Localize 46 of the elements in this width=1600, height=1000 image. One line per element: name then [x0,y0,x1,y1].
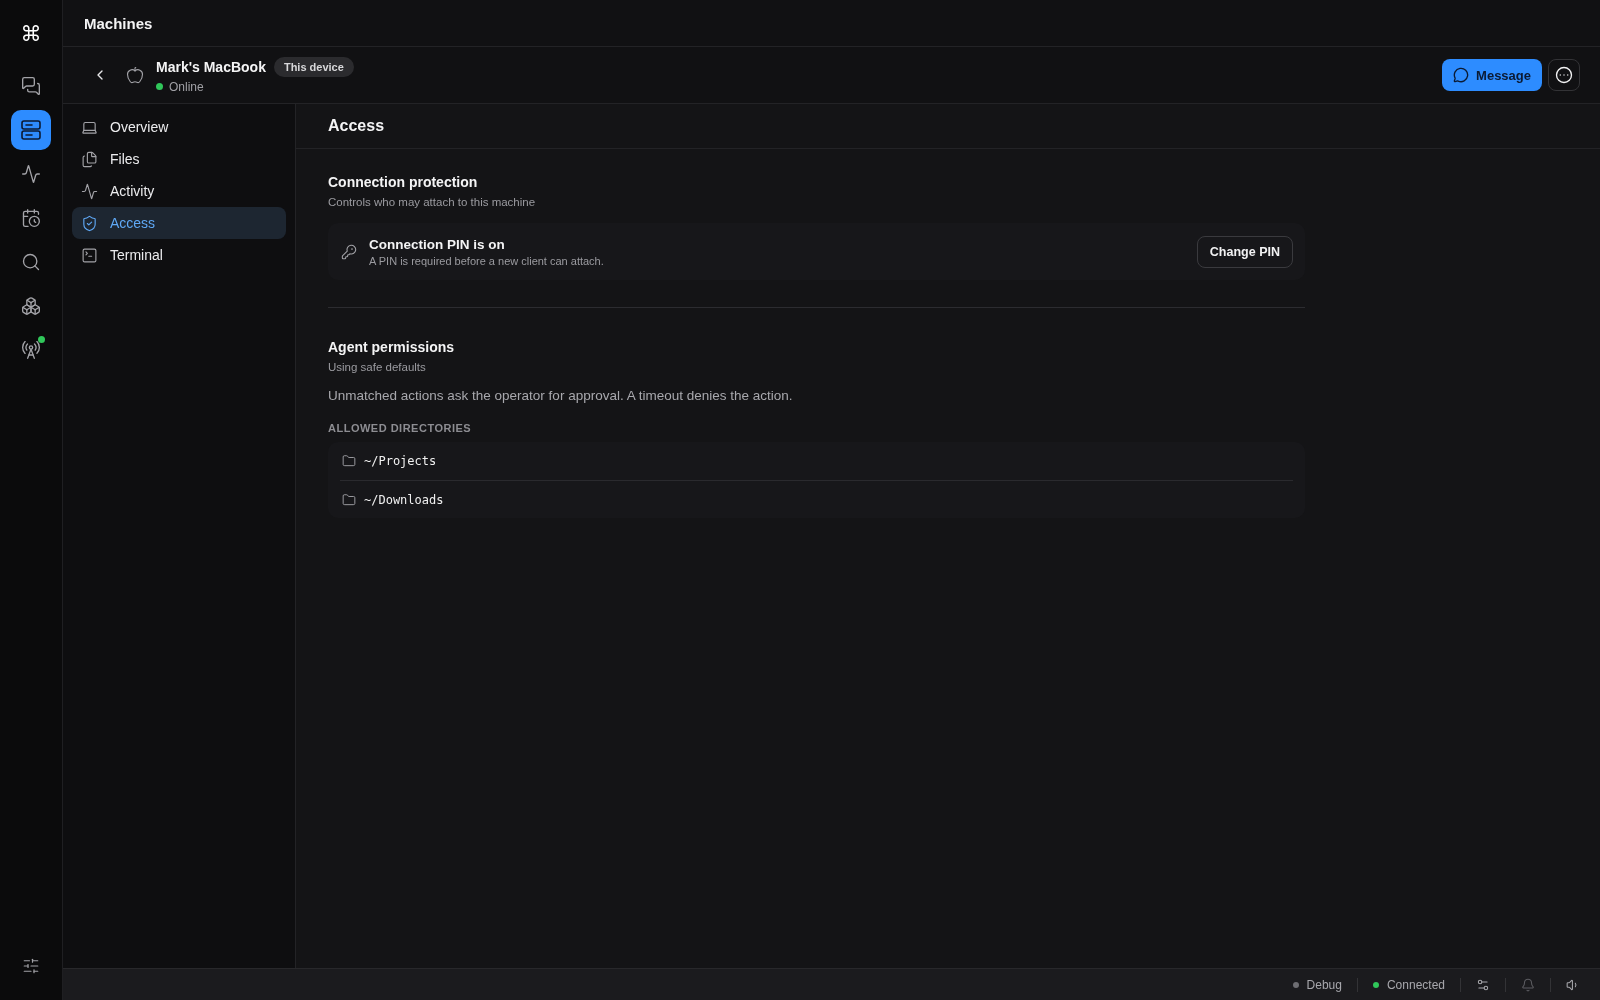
nav-item[interactable]: Terminal [72,239,286,271]
folder-icon [342,492,356,507]
folder-icon [342,454,356,468]
page-title: Machines [84,14,153,32]
more-button[interactable] [1548,59,1580,91]
section-title: Agent permissions [328,338,456,356]
chat-bubble-icon [1453,67,1470,83]
more-icon [1555,66,1573,84]
shield-check-icon [81,214,98,232]
nav-item[interactable]: Activity [72,175,286,207]
sliders-icon[interactable] [22,957,40,975]
section-subtitle: Controls who may attach to this machine [328,196,537,208]
panel-title: Access [328,117,385,135]
device-status: Online [169,79,204,94]
server-icon [21,120,41,140]
message-button[interactable]: Message [1442,59,1542,91]
key-icon [341,243,357,260]
nav-item[interactable]: Overview [72,111,286,143]
nav-item[interactable]: Access [72,207,286,239]
files-icon [81,150,98,168]
apple-icon [126,66,144,84]
status-label: Connected [1386,977,1445,992]
pulse-icon [21,164,41,184]
section-title: Connection protection [328,173,479,191]
device-name: Mark's MacBook [156,58,266,75]
calendar-clock-icon [21,208,41,228]
pin-description: A PIN is required before a new client can attach. [369,254,604,267]
change-pin-button[interactable]: Change PIN [1196,235,1293,268]
search-icon [21,252,41,272]
section-subtitle: Using safe defaults [328,361,427,373]
list-heading: ALLOWED DIRECTORIES [328,422,473,434]
cubes-icon [21,296,41,316]
app-logo: ⌘ [20,21,42,48]
device-badge: This device [273,56,354,77]
status-label: Debug [1306,977,1342,992]
sliders-icon[interactable] [1476,977,1490,992]
terminal-icon [81,246,98,264]
chat-bubbles-icon [21,76,41,96]
nav-item[interactable]: Files [72,143,286,175]
directory-path: ~/Projects [364,454,437,468]
pulse-icon [81,182,98,200]
pin-title: Connection PIN is on [369,236,506,252]
rail-button[interactable] [11,110,51,150]
antenna-icon [21,340,41,360]
directory-path: ~/Downloads [364,492,444,507]
permissions-description: Unmatched actions ask the operator for approval. A timeout denies the action. [328,388,794,403]
